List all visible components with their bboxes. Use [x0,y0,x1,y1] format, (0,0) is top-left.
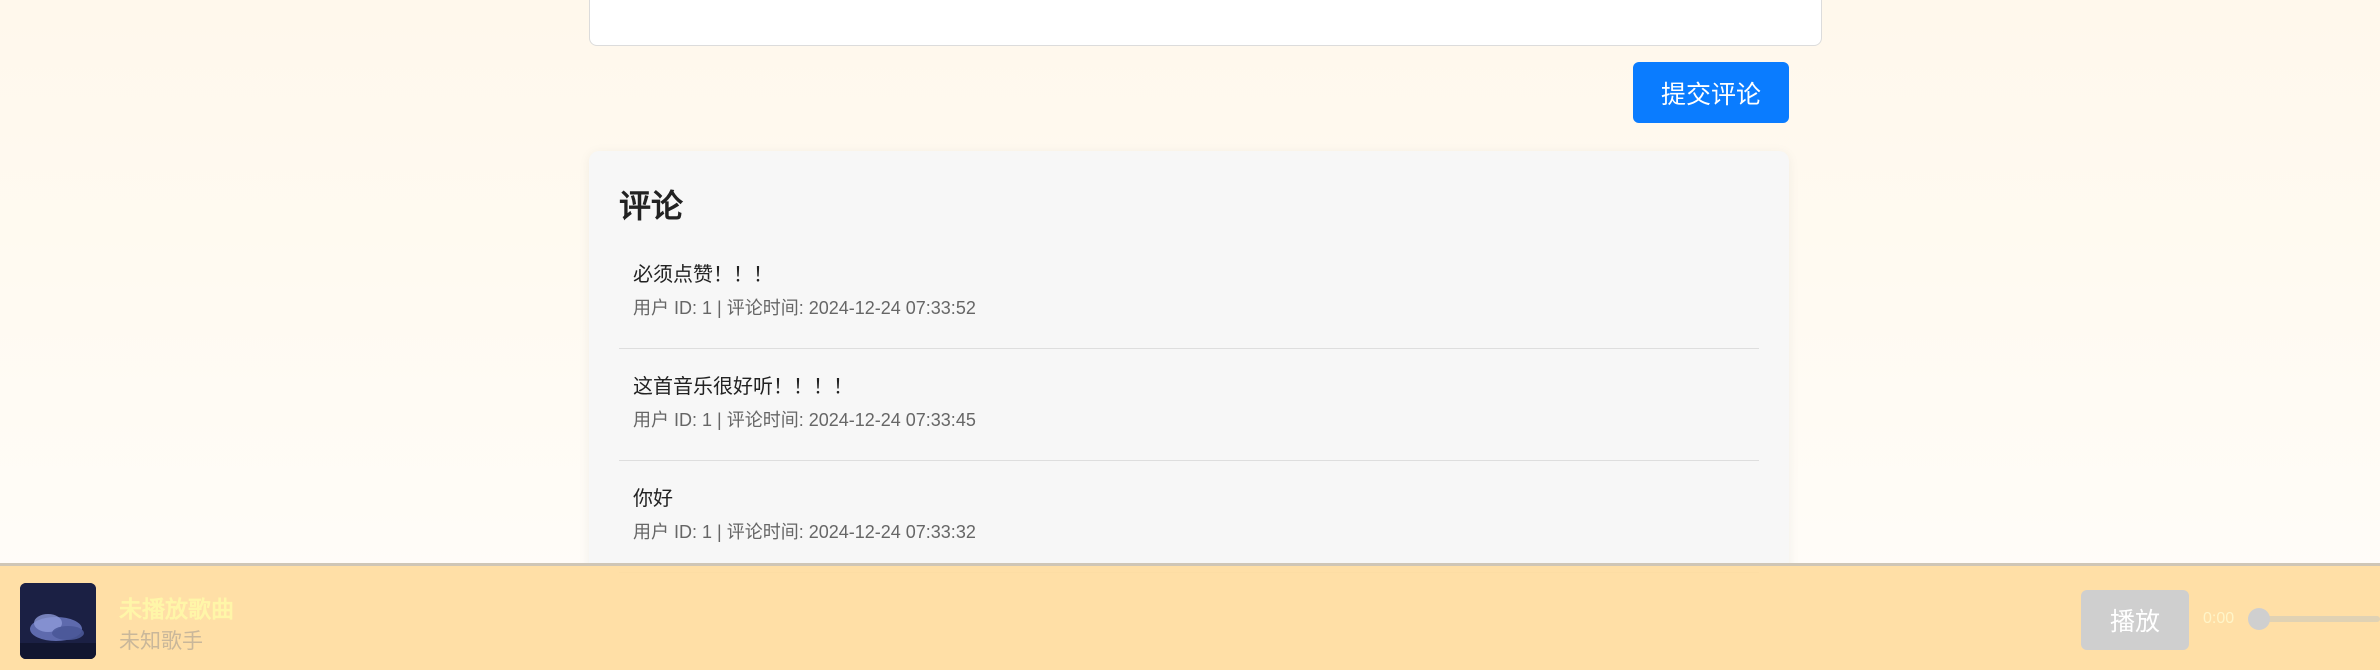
song-artist: 未知歌手 [119,630,203,653]
song-title: 未播放歌曲 [119,596,234,622]
comment-meta: 用户 ID: 1 | 评论时间: 2024-12-24 07:33:32 [633,522,976,542]
comment-text: 你好 [633,488,673,510]
comment-meta: 用户 ID: 1 | 评论时间: 2024-12-24 07:33:52 [633,298,976,318]
album-cover-image [20,583,96,659]
comment-item: 必须点赞！！！ 用户 ID: 1 | 评论时间: 2024-12-24 07:3… [619,255,1759,349]
progress-slider-thumb[interactable] [2248,608,2270,630]
comments-section: 评论 必须点赞！！！ 用户 ID: 1 | 评论时间: 2024-12-24 0… [589,151,1789,616]
comment-text: 必须点赞！！！ [633,264,773,286]
comment-item: 你好 用户 ID: 1 | 评论时间: 2024-12-24 07:33:32 [619,479,1759,573]
cloud-cover-icon [20,583,96,659]
comment-textarea[interactable] [589,0,1822,46]
comment-item: 这首音乐很好听！！！！ 用户 ID: 1 | 评论时间: 2024-12-24 … [619,367,1759,461]
music-player-bar: 未播放歌曲 未知歌手 播放 0:00 [0,563,2380,670]
comment-text: 这首音乐很好听！！！！ [633,376,853,398]
current-time: 0:00 [2203,610,2235,627]
comments-title: 评论 [619,188,684,224]
play-button[interactable]: 播放 [2081,590,2189,650]
submit-comment-button[interactable]: 提交评论 [1633,62,1789,123]
comment-meta: 用户 ID: 1 | 评论时间: 2024-12-24 07:33:45 [633,410,976,430]
